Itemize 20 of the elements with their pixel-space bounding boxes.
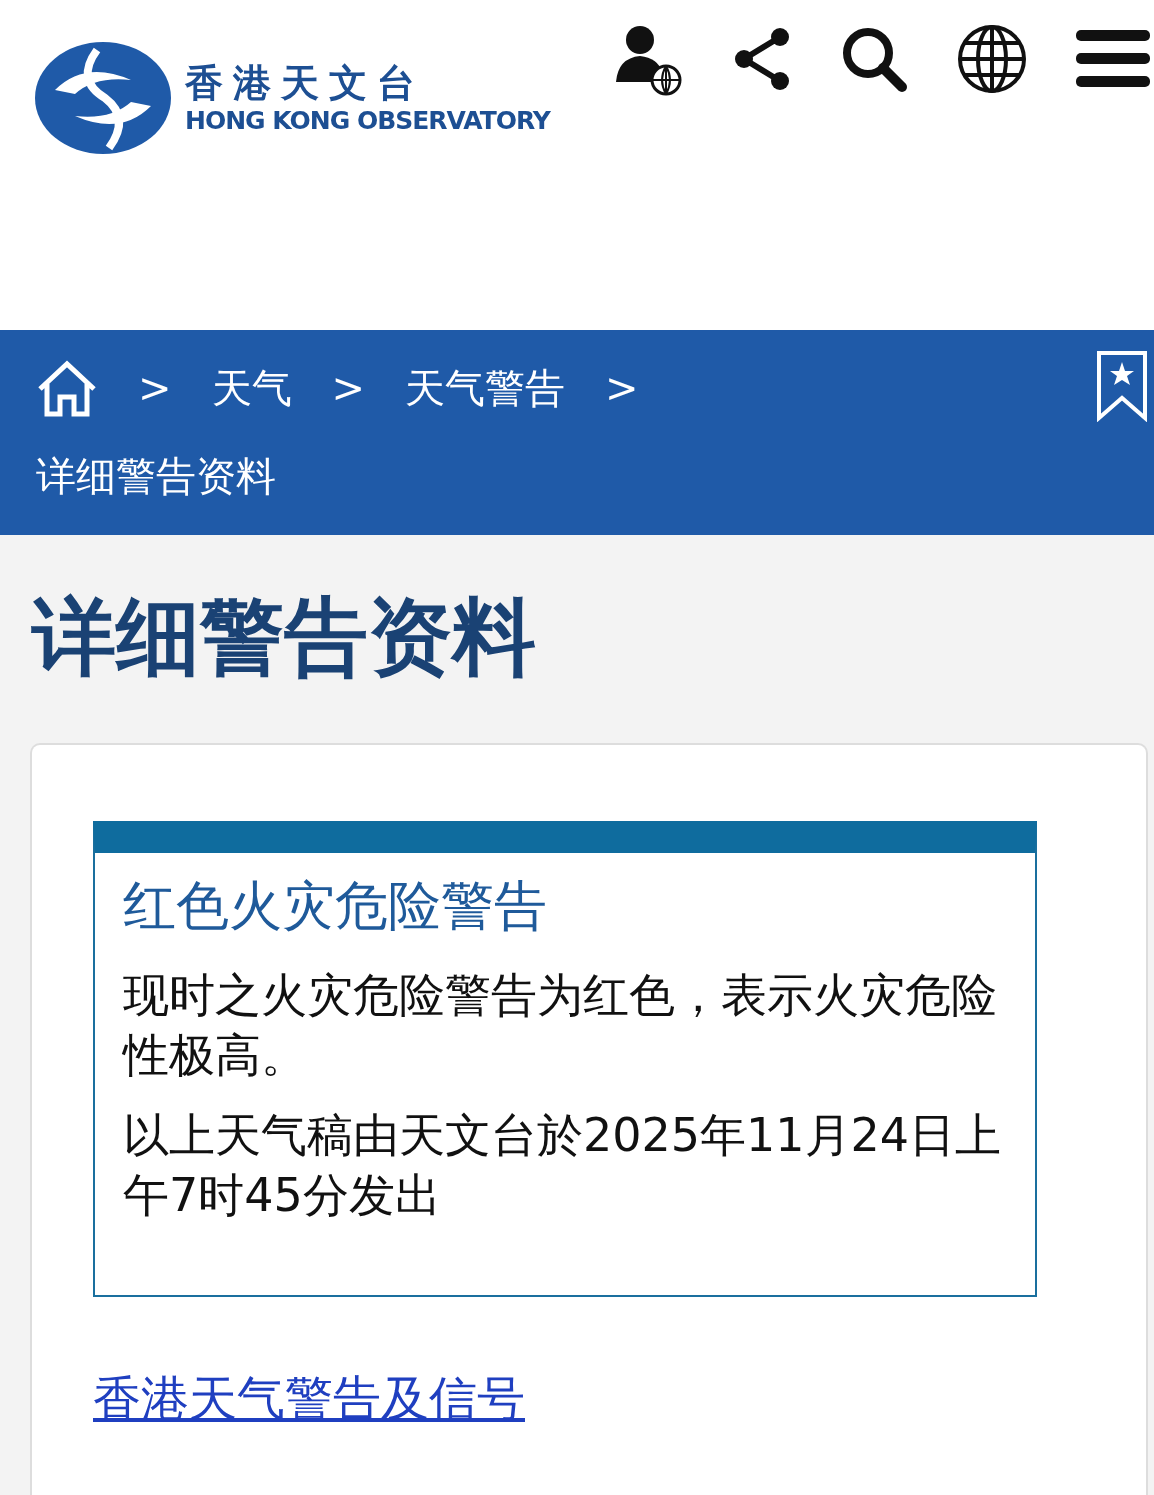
warning-text: 以上天气稿由天文台於2025年11月24日上午7时45分发出 — [123, 1107, 1003, 1224]
bookmark-icon[interactable] — [1096, 350, 1148, 422]
menu-icon[interactable] — [1076, 30, 1150, 88]
logo-subtitle: HONG KONG OBSERVATORY — [185, 107, 550, 133]
breadcrumb-link[interactable]: 天气 — [211, 358, 292, 418]
search-icon[interactable] — [840, 25, 908, 93]
logo-title: 香港天文台 — [185, 63, 426, 102]
breadcrumb-link[interactable]: 详细警告资料 — [36, 446, 276, 506]
globe-icon[interactable] — [956, 23, 1028, 95]
warnings-link[interactable]: 香港天气警告及信号 — [93, 1367, 525, 1431]
breadcrumb-separator: > — [138, 364, 172, 413]
breadcrumb-separator: > — [605, 364, 639, 413]
logo-icon — [35, 40, 171, 156]
home-icon[interactable] — [36, 359, 98, 417]
warning-title: 红色火灾危险警告 — [123, 874, 548, 938]
breadcrumb-link[interactable]: 天气警告 — [405, 358, 566, 418]
warning-text: 现时之火灾危险警告为红色，表示火灾危险性极高。 — [123, 967, 998, 1084]
breadcrumb-separator: > — [331, 364, 366, 413]
share-icon[interactable] — [732, 27, 792, 91]
page-title: 详细警告资料 — [32, 587, 537, 688]
